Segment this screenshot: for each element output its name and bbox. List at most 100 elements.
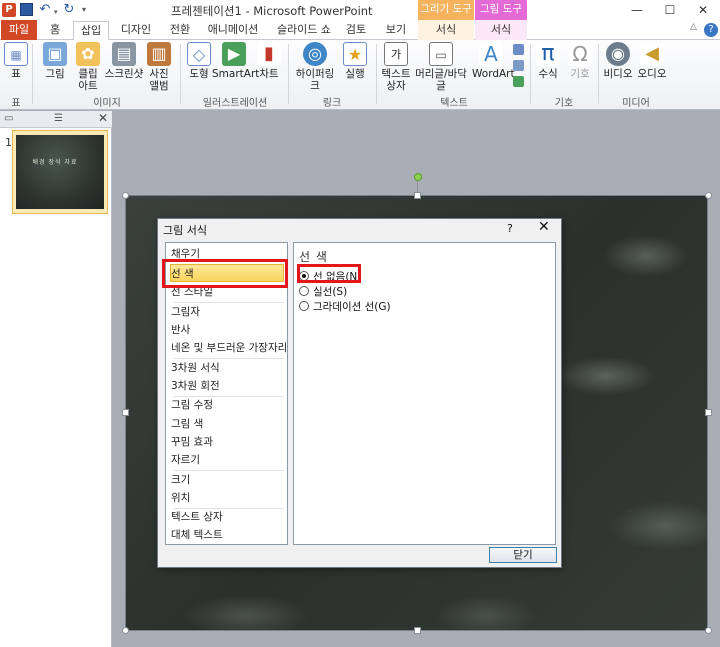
- slide-number: 1: [5, 136, 12, 149]
- category-glow-soft-edges[interactable]: 네온 및 부드러운 가장자리: [171, 339, 287, 357]
- symbol-button[interactable]: Ω 기호: [566, 42, 594, 80]
- table-button[interactable]: ▦ 표: [3, 42, 29, 80]
- tab-review[interactable]: 검토: [342, 20, 370, 40]
- category-3d-format[interactable]: 3차원 서식: [171, 359, 285, 377]
- picture-button[interactable]: ▣ 그림: [40, 42, 70, 80]
- dialog-title: 그림 서식: [163, 224, 207, 237]
- tab-view[interactable]: 보기: [380, 20, 412, 40]
- divider: [288, 44, 289, 104]
- undo-dropdown-icon[interactable]: ▾: [54, 8, 58, 16]
- hyperlink-globe-icon: ◎: [303, 42, 327, 66]
- slide-thumbnail[interactable]: [16, 135, 104, 209]
- group-label-images: 이미지: [93, 98, 121, 109]
- ribbon-insert: ▦ 표 ▣ 그림 ✿ 클립 아트 ▤ 스크린샷 ▥ 사진 앨범 ◇ 도형 ▶ S…: [0, 40, 720, 110]
- resize-handle-s[interactable]: [414, 627, 421, 634]
- maximize-button[interactable]: ☐: [655, 1, 685, 19]
- radio-gradient-line[interactable]: 그라데이션 선(G): [299, 299, 391, 314]
- save-icon[interactable]: [20, 3, 33, 16]
- date-time-icon[interactable]: [513, 44, 524, 55]
- close-button[interactable]: 닫기: [489, 547, 557, 563]
- tab-home[interactable]: 홈: [42, 20, 68, 40]
- table-icon: ▦: [4, 42, 28, 66]
- pane-close-icon[interactable]: ✕: [98, 111, 108, 125]
- group-label-text: 텍스트: [440, 98, 468, 109]
- slides-tab-icon[interactable]: ▭: [4, 113, 13, 124]
- header-footer-button[interactable]: ▭ 머리글/바닥글: [412, 42, 470, 92]
- group-label-media: 미디어: [622, 98, 650, 109]
- divider: [32, 44, 33, 104]
- slide-number-icon[interactable]: [513, 60, 524, 71]
- dialog-help-button[interactable]: ?: [507, 222, 513, 235]
- clipart-button[interactable]: ✿ 클립 아트: [72, 42, 104, 92]
- video-button[interactable]: ◉ 비디오: [602, 42, 634, 80]
- header-footer-icon: ▭: [429, 42, 453, 66]
- shapes-button[interactable]: ◇ 도형: [186, 42, 212, 80]
- textbox-button[interactable]: 가 텍스트 상자: [380, 42, 412, 92]
- tab-file[interactable]: 파일: [1, 20, 37, 40]
- clipart-icon: ✿: [76, 42, 100, 66]
- undo-icon[interactable]: ↶: [38, 3, 52, 17]
- tab-picture-format[interactable]: 서식: [483, 20, 519, 40]
- category-shadow[interactable]: 그림자: [171, 303, 285, 321]
- help-icon[interactable]: ?: [704, 23, 718, 37]
- thumbnail-text: 배경 장식 자료: [32, 159, 78, 166]
- resize-handle-sw[interactable]: [122, 627, 129, 634]
- rotation-handle[interactable]: [414, 173, 422, 181]
- group-label-illustrations: 일러스트레이션: [202, 98, 268, 109]
- audio-button[interactable]: ◀ 오디오: [636, 42, 668, 80]
- divider: [530, 44, 531, 104]
- radio-solid-line[interactable]: 실선(S): [299, 284, 347, 299]
- category-picture-color[interactable]: 그림 색: [171, 415, 285, 433]
- category-text-box[interactable]: 텍스트 상자: [171, 508, 285, 526]
- ribbon-collapse-icon[interactable]: △: [690, 22, 697, 32]
- object-icon[interactable]: [513, 76, 524, 87]
- category-position[interactable]: 위치: [171, 489, 285, 507]
- category-crop[interactable]: 자르기: [171, 451, 285, 469]
- equation-button[interactable]: π 수식: [534, 42, 562, 80]
- picture-icon: ▣: [43, 42, 67, 66]
- smartart-button[interactable]: ▶ SmartArt: [212, 42, 259, 80]
- customize-quick-access-icon[interactable]: ▾: [80, 3, 88, 17]
- resize-handle-nw[interactable]: [122, 192, 129, 199]
- title-bar: P ↶ ▾ ↻ ▾ 프레젠테이션1 - Microsoft PowerPoint…: [0, 0, 720, 20]
- category-artistic-effects[interactable]: 꾸밈 효과: [171, 433, 285, 451]
- tab-insert[interactable]: 삽입: [73, 21, 109, 41]
- minimize-button[interactable]: —: [622, 1, 652, 19]
- chart-button[interactable]: ▮ 차트: [256, 42, 282, 80]
- action-star-icon: ★: [343, 42, 367, 66]
- textbox-icon: 가: [384, 42, 408, 66]
- outline-tab-icon[interactable]: ☰: [54, 113, 63, 124]
- shapes-icon: ◇: [187, 42, 211, 66]
- category-size[interactable]: 크기: [171, 471, 285, 489]
- tab-slideshow[interactable]: 슬라이드 쇼: [270, 20, 338, 40]
- screenshot-button[interactable]: ▤ 스크린샷: [104, 42, 144, 80]
- hyperlink-button[interactable]: ◎ 하이퍼링크: [292, 42, 338, 92]
- category-reflection[interactable]: 반사: [171, 321, 285, 339]
- redo-icon[interactable]: ↻: [62, 3, 76, 17]
- resize-handle-w[interactable]: [122, 409, 129, 416]
- powerpoint-logo-icon[interactable]: P: [2, 3, 16, 17]
- pi-icon: π: [536, 42, 560, 66]
- divider: [598, 44, 599, 104]
- dialog-close-icon[interactable]: ✕: [538, 219, 550, 235]
- close-window-button[interactable]: ✕: [688, 1, 718, 19]
- resize-handle-ne[interactable]: [705, 192, 712, 199]
- group-label-table: 표: [11, 98, 21, 109]
- group-label-links: 링크: [322, 98, 342, 109]
- category-alt-text[interactable]: 대체 텍스트: [171, 526, 285, 544]
- action-button[interactable]: ★ 실행: [340, 42, 370, 80]
- film-reel-icon: ◉: [606, 42, 630, 66]
- tab-transitions[interactable]: 전환: [163, 20, 197, 40]
- category-picture-corrections[interactable]: 그림 수정: [171, 396, 285, 414]
- category-3d-rotation[interactable]: 3차원 회전: [171, 377, 285, 395]
- resize-handle-e[interactable]: [705, 409, 712, 416]
- tab-design[interactable]: 디자인: [114, 20, 158, 40]
- tab-drawing-format[interactable]: 서식: [428, 20, 464, 40]
- resize-handle-se[interactable]: [705, 627, 712, 634]
- context-header-picture-tools: 그림 도구: [475, 0, 527, 20]
- wordart-button[interactable]: A WordArt: [472, 42, 515, 80]
- smartart-icon: ▶: [222, 42, 246, 66]
- tab-animations[interactable]: 애니메이션: [202, 20, 264, 40]
- photo-album-button[interactable]: ▥ 사진 앨범: [144, 42, 174, 92]
- resize-handle-n[interactable]: [414, 192, 421, 199]
